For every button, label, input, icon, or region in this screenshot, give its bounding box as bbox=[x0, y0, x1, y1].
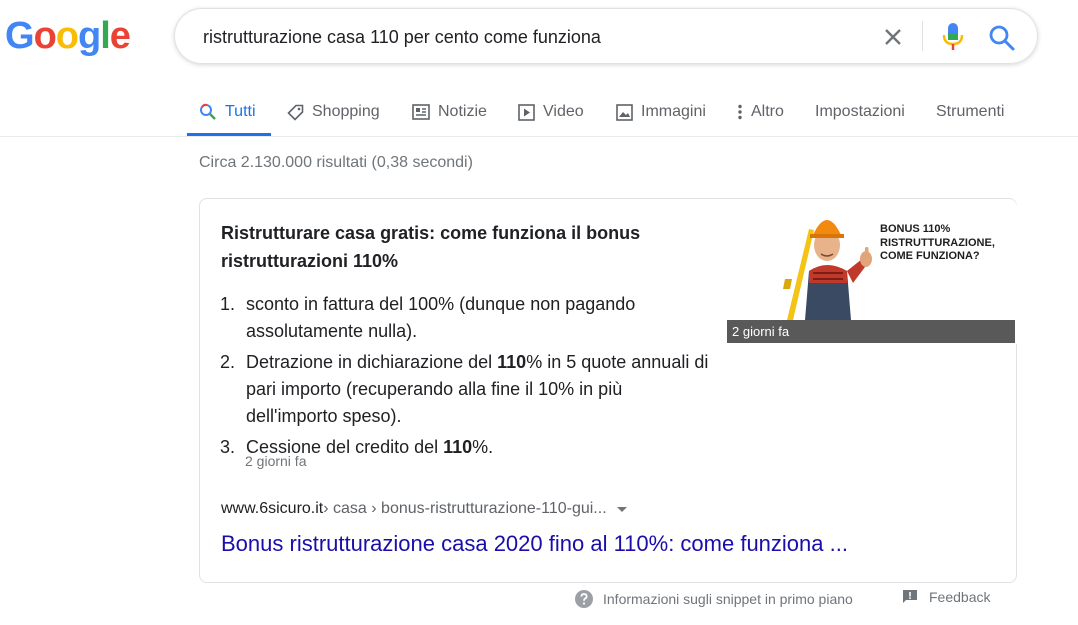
chevron-down-icon[interactable] bbox=[616, 506, 627, 512]
list-number: 3. bbox=[220, 437, 236, 457]
result-title-link[interactable]: Bonus ristrutturazione casa 2020 fino al… bbox=[221, 531, 848, 557]
search-tabs: Tutti Shopping Notizie Video Immagini Al… bbox=[0, 88, 1078, 137]
url-domain: www.6sicuro.it bbox=[221, 500, 324, 517]
more-vert-icon bbox=[738, 104, 742, 120]
tab-label: Immagini bbox=[641, 103, 706, 120]
featured-snippet: Ristrutturare casa gratis: come funziona… bbox=[199, 198, 1017, 583]
tab-news[interactable]: Notizie bbox=[412, 88, 487, 136]
snippet-date: 2 giorni fa bbox=[245, 453, 307, 469]
tab-label: Altro bbox=[751, 103, 784, 120]
url-path: › casa › bonus-ristrutturazione-110-gui.… bbox=[323, 500, 607, 517]
snippet-info-link[interactable]: Informazioni sugli snippet in primo pian… bbox=[574, 589, 853, 609]
tab-label: Shopping bbox=[312, 103, 380, 120]
list-text: Detrazione in dichiarazione del bbox=[246, 352, 498, 372]
close-icon bbox=[885, 29, 901, 45]
logo-letter: o bbox=[33, 15, 57, 57]
logo-letter: g bbox=[78, 15, 101, 57]
search-button[interactable] bbox=[987, 23, 1017, 53]
tab-shopping[interactable]: Shopping bbox=[287, 88, 380, 136]
list-bold: 110 bbox=[443, 437, 473, 457]
tab-settings[interactable]: Impostazioni bbox=[815, 88, 905, 136]
list-item: 1. sconto in fattura del 100% (dunque non… bbox=[220, 291, 686, 345]
list-number: 1. bbox=[220, 294, 236, 314]
microphone-icon bbox=[942, 23, 964, 50]
logo-letter: o bbox=[55, 15, 79, 57]
feedback-label: Feedback bbox=[929, 589, 991, 605]
google-logo[interactable]: Google bbox=[5, 15, 131, 58]
list-item: 3. Cessione del credito del 110%. bbox=[220, 434, 940, 461]
snippet-thumbnail[interactable]: BONUS 110% RISTRUTTURAZIONE, COME FUNZIO… bbox=[727, 199, 1017, 344]
search-icon bbox=[989, 25, 1015, 51]
list-text: %. bbox=[472, 437, 494, 457]
tab-label: Video bbox=[543, 103, 584, 120]
search-input[interactable] bbox=[201, 22, 845, 52]
tab-all[interactable]: Tutti bbox=[199, 88, 256, 136]
thumbnail-caption: 2 giorni fa bbox=[727, 320, 1015, 343]
result-url: www.6sicuro.it › casa › bonus-ristruttur… bbox=[221, 500, 627, 518]
tab-label: Strumenti bbox=[936, 103, 1005, 120]
list-bold: 110 bbox=[497, 352, 527, 372]
snippet-info-label: Informazioni sugli snippet in primo pian… bbox=[603, 591, 853, 607]
play-icon bbox=[518, 103, 535, 121]
worker-illustration bbox=[783, 220, 872, 320]
search-icon bbox=[200, 103, 216, 120]
list-text: sconto in fattura del 100% (dunque non p… bbox=[246, 294, 636, 341]
clear-button[interactable] bbox=[879, 23, 907, 51]
tab-more[interactable]: Altro bbox=[737, 88, 784, 136]
tab-label: Notizie bbox=[438, 103, 487, 120]
logo-letter: G bbox=[5, 15, 35, 57]
tag-icon bbox=[287, 104, 304, 121]
logo-letter: e bbox=[109, 15, 131, 57]
thumbnail-text: BONUS 110% RISTRUTTURAZIONE, COME FUNZIO… bbox=[880, 223, 995, 262]
tab-images[interactable]: Immagini bbox=[616, 88, 706, 136]
feedback-icon bbox=[903, 590, 917, 603]
logo-letter: l bbox=[100, 15, 111, 57]
list-number: 2. bbox=[220, 352, 236, 372]
tab-label: Impostazioni bbox=[815, 103, 905, 120]
tab-tools[interactable]: Strumenti bbox=[936, 88, 1004, 136]
search-divider bbox=[922, 21, 923, 51]
help-icon bbox=[575, 590, 593, 608]
list-item: 2. Detrazione in dichiarazione del 110% i… bbox=[220, 349, 716, 430]
snippet-title: Ristrutturare casa gratis: come funziona… bbox=[221, 223, 641, 271]
tab-label: Tutti bbox=[225, 103, 256, 120]
feedback-button[interactable]: Feedback bbox=[902, 589, 990, 605]
news-icon bbox=[412, 104, 430, 120]
search-box bbox=[174, 8, 1038, 64]
tab-video[interactable]: Video bbox=[518, 88, 584, 136]
result-stats: Circa 2.130.000 risultati (0,38 secondi) bbox=[199, 154, 473, 171]
image-icon bbox=[616, 103, 633, 121]
voice-search-button[interactable] bbox=[939, 21, 967, 53]
active-tab-indicator bbox=[187, 133, 271, 136]
